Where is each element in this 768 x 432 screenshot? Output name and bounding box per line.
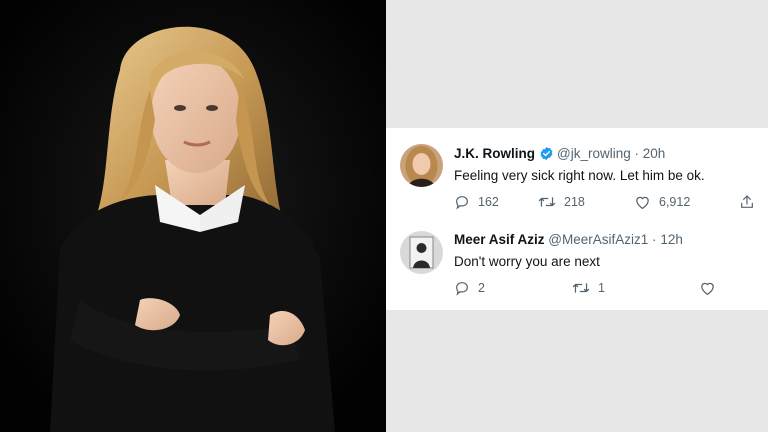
reply-icon (456, 282, 468, 296)
portrait-photo (0, 0, 386, 432)
retweet-icon (572, 283, 590, 293)
tweet-header: Meer Asif Aziz @MeerAsifAziz1 · 12h (454, 232, 683, 247)
avatar[interactable] (400, 144, 443, 187)
reply-count: 2 (478, 281, 485, 295)
display-name[interactable]: Meer Asif Aziz (454, 232, 545, 247)
retweet-count: 218 (564, 195, 585, 209)
tweet-timestamp[interactable]: 12h (660, 232, 683, 247)
user-handle[interactable]: @jk_rowling (557, 146, 631, 161)
tweet-text: Don't worry you are next (454, 254, 600, 269)
retweet-icon (538, 197, 556, 207)
display-name[interactable]: J.K. Rowling (454, 146, 535, 161)
tweet-timestamp[interactable]: 20h (643, 146, 666, 161)
retweet-button[interactable]: 218 (538, 194, 585, 210)
tweet-text: Feeling very sick right now. Let him be … (454, 168, 705, 183)
retweet-button[interactable]: 1 (572, 280, 605, 296)
tweet-thread-card: J.K. Rowling @jk_rowling · 20h Feeling ve… (386, 128, 768, 310)
portrait-illustration (0, 0, 386, 432)
reply-icon (456, 196, 468, 210)
verified-badge-icon (539, 146, 554, 164)
share-icon (741, 195, 753, 208)
tweet-header: J.K. Rowling @jk_rowling · 20h (454, 146, 665, 164)
heart-icon (636, 196, 649, 210)
reply-button[interactable]: 162 (454, 194, 499, 210)
reply-button[interactable]: 2 (454, 280, 485, 296)
user-handle[interactable]: @MeerAsifAziz1 (548, 232, 648, 247)
avatar[interactable] (400, 231, 443, 274)
retweet-count: 1 (598, 281, 605, 295)
tweet-actions: 2 1 (454, 280, 754, 300)
like-count: 6,912 (659, 195, 691, 209)
reply-count: 162 (478, 195, 499, 209)
heart-icon (701, 282, 714, 296)
share-button[interactable] (739, 194, 755, 210)
tweet-actions: 162 218 6,912 (454, 194, 754, 214)
like-button[interactable] (699, 280, 716, 296)
like-button[interactable]: 6,912 (634, 194, 690, 210)
separator-dot: · (652, 232, 657, 247)
separator-dot: · (634, 146, 640, 161)
tweet-screenshot-panel: J.K. Rowling @jk_rowling · 20h Feeling ve… (386, 0, 768, 432)
